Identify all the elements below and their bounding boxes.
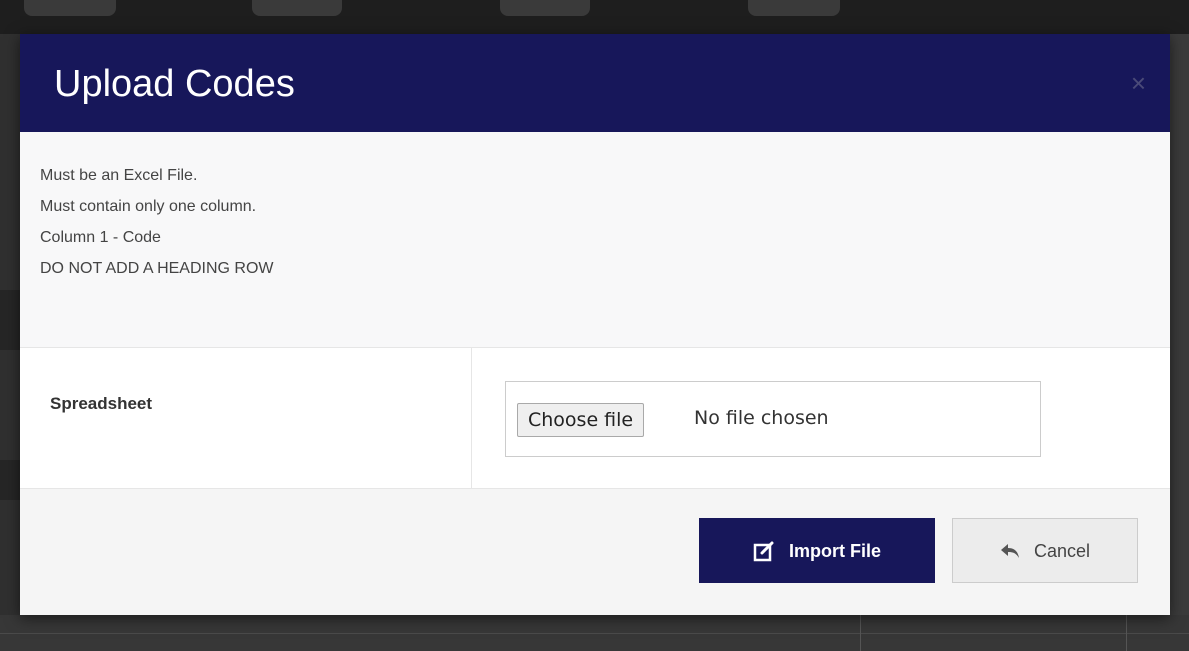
- spreadsheet-file-input[interactable]: Choose file No file chosen: [505, 381, 1041, 457]
- column-divider: [471, 348, 472, 488]
- import-file-label: Import File: [788, 540, 881, 561]
- background-navbar: [0, 0, 1189, 34]
- spreadsheet-form-row: Spreadsheet Choose file No file chosen: [20, 347, 1170, 489]
- file-status-text: No file chosen: [694, 407, 829, 429]
- background-col-line: [860, 615, 861, 651]
- modal-title: Upload Codes: [54, 63, 295, 105]
- background-col-line: [1126, 615, 1127, 651]
- instruction-line: Must be an Excel File.: [40, 167, 198, 184]
- instruction-line: DO NOT ADD A HEADING ROW: [40, 260, 274, 277]
- background-row-line: [0, 633, 1189, 634]
- import-file-button[interactable]: Import File: [699, 518, 935, 583]
- reply-arrow-icon: [1000, 542, 1020, 560]
- upload-codes-modal: Upload Codes × Must be an Excel File. Mu…: [20, 34, 1170, 615]
- instructions-panel: Must be an Excel File. Must contain only…: [20, 132, 1170, 347]
- spreadsheet-label: Spreadsheet: [50, 394, 153, 413]
- choose-file-button[interactable]: Choose file: [517, 403, 645, 437]
- background-tab: [500, 0, 590, 16]
- instruction-line: Column 1 - Code: [40, 229, 161, 246]
- background-tab: [252, 0, 342, 16]
- modal-header: Upload Codes ×: [20, 34, 1170, 132]
- cancel-label: Cancel: [1033, 540, 1091, 561]
- close-icon[interactable]: ×: [1131, 70, 1146, 96]
- background-tab: [24, 0, 116, 16]
- background-table-edge: [1170, 34, 1189, 651]
- background-tab: [748, 0, 840, 16]
- cancel-button[interactable]: Cancel: [952, 518, 1138, 583]
- modal-footer: Import File Cancel: [20, 489, 1170, 615]
- instruction-line: Must contain only one column.: [40, 198, 257, 215]
- edit-square-icon: [753, 540, 775, 562]
